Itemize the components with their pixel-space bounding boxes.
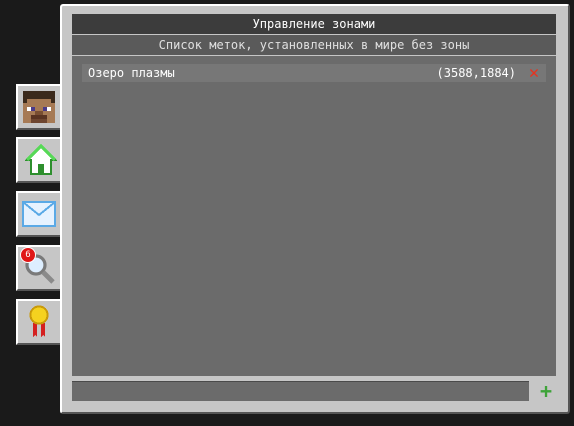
tab-search[interactable]: 6 bbox=[16, 245, 60, 291]
panel-title: Управление зонами bbox=[72, 14, 556, 34]
medal-icon bbox=[22, 305, 56, 339]
add-button[interactable]: + bbox=[536, 379, 556, 403]
panel-subtitle: Список меток, установленных в мире без з… bbox=[72, 35, 556, 55]
panel-title-text: Управление зонами bbox=[252, 17, 376, 31]
notification-badge: 6 bbox=[20, 247, 36, 263]
tab-home[interactable] bbox=[16, 137, 64, 183]
tab-mail[interactable] bbox=[16, 191, 60, 237]
marker-list[interactable]: Озеро плазмы (3588,1884) ✕ bbox=[72, 56, 556, 376]
tab-awards[interactable] bbox=[16, 299, 60, 345]
house-icon bbox=[24, 143, 58, 177]
list-item[interactable]: Озеро плазмы (3588,1884) ✕ bbox=[82, 63, 546, 83]
panel-subtitle-text: Список меток, установленных в мире без з… bbox=[158, 38, 470, 52]
close-icon[interactable]: ✕ bbox=[526, 63, 542, 83]
player-head-icon bbox=[22, 90, 56, 124]
marker-name: Озеро плазмы bbox=[88, 66, 175, 80]
envelope-icon bbox=[22, 197, 56, 231]
zone-name-input[interactable] bbox=[72, 381, 529, 401]
tab-profile[interactable] bbox=[16, 84, 60, 130]
plus-icon: + bbox=[539, 379, 553, 403]
marker-coords: (3588,1884) bbox=[436, 66, 516, 80]
